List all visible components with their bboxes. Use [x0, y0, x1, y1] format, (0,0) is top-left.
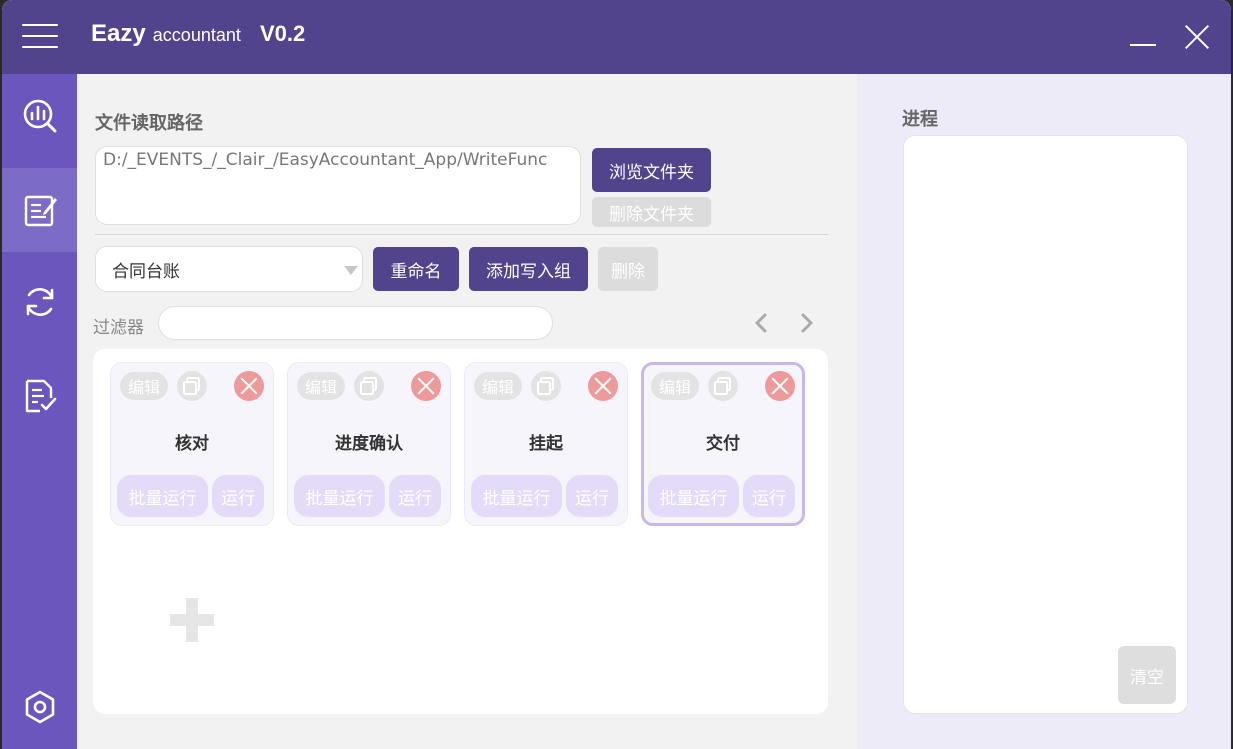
filter-input[interactable] [158, 306, 553, 340]
group-card-selected[interactable]: 编辑 交付 批量运行 运行 [641, 362, 805, 526]
group-select-value: 合同台账 [112, 261, 180, 282]
group-card[interactable]: 编辑 进度确认 批量运行 运行 [287, 362, 451, 526]
edit-document-icon [24, 195, 57, 227]
batch-run-button[interactable]: 批量运行 [471, 475, 562, 517]
title-bar: Eazy accountant V0.2 [2, 0, 1231, 74]
sidebar-item-checklist[interactable] [2, 354, 77, 438]
analytics-icon [23, 99, 56, 133]
copy-icon[interactable] [531, 371, 561, 401]
sidebar-item-settings[interactable] [2, 665, 77, 749]
sidebar [2, 74, 77, 749]
chevron-left-icon[interactable] [751, 312, 771, 334]
run-button[interactable]: 运行 [743, 475, 795, 517]
delete-card-icon[interactable] [765, 371, 795, 401]
edit-button[interactable]: 编辑 [120, 372, 168, 400]
browse-folder-button[interactable]: 浏览文件夹 [592, 148, 711, 192]
filter-label: 过滤器 [93, 318, 144, 338]
app-version: V0.2 [259, 21, 306, 46]
minimize-icon[interactable] [1130, 30, 1158, 50]
progress-label: 进程 [902, 109, 938, 130]
sidebar-item-sync[interactable] [2, 260, 77, 344]
checklist-icon [25, 379, 56, 413]
app-title-eazy: Eazy [91, 20, 146, 47]
file-path-label: 文件读取路径 [95, 113, 203, 134]
close-icon[interactable] [1184, 24, 1210, 50]
run-button[interactable]: 运行 [566, 475, 618, 517]
group-select[interactable]: 合同台账 [95, 246, 363, 292]
add-write-group-button[interactable]: 添加写入组 [469, 247, 588, 291]
app-window: Eazy accountant V0.2 文件读取路径 D:/_EVENTS_/… [2, 0, 1231, 749]
copy-icon[interactable] [354, 371, 384, 401]
card-name: 进度确认 [335, 434, 403, 454]
rename-button[interactable]: 重命名 [373, 247, 459, 291]
chevron-right-icon[interactable] [797, 312, 817, 334]
app-title: Eazy accountant V0.2 [91, 20, 305, 48]
hamburger-icon[interactable] [22, 24, 60, 48]
card-name: 核对 [175, 434, 209, 454]
card-name: 交付 [706, 434, 740, 454]
progress-log[interactable] [903, 135, 1188, 714]
run-button[interactable]: 运行 [389, 475, 441, 517]
copy-icon[interactable] [177, 371, 207, 401]
run-button[interactable]: 运行 [212, 475, 264, 517]
group-card[interactable]: 编辑 挂起 批量运行 运行 [464, 362, 628, 526]
copy-icon[interactable] [708, 371, 738, 401]
batch-run-button[interactable]: 批量运行 [648, 475, 739, 517]
batch-run-button[interactable]: 批量运行 [294, 475, 385, 517]
write-group-panel: 编辑 核对 批量运行 运行 编辑 进度确认 批量运行 运行 编辑 挂起 批量运行… [93, 349, 828, 714]
chevron-down-icon [344, 266, 358, 275]
edit-button[interactable]: 编辑 [474, 372, 522, 400]
delete-group-button[interactable]: 删除 [598, 247, 658, 291]
divider [95, 234, 828, 235]
sidebar-item-analytics[interactable] [2, 74, 77, 158]
card-name: 挂起 [529, 434, 563, 454]
app-title-accountant: accountant [152, 25, 241, 45]
file-path-input[interactable]: D:/_EVENTS_/_Clair_/EasyAccountant_App/W… [95, 146, 581, 225]
edit-button[interactable]: 编辑 [297, 372, 345, 400]
sidebar-item-edit[interactable] [2, 168, 77, 252]
settings-hexagon-icon [25, 690, 54, 724]
delete-card-icon[interactable] [588, 371, 618, 401]
batch-run-button[interactable]: 批量运行 [117, 475, 208, 517]
delete-card-icon[interactable] [411, 371, 441, 401]
delete-card-icon[interactable] [234, 371, 264, 401]
sync-icon [26, 288, 53, 316]
clear-button[interactable]: 清空 [1118, 646, 1176, 704]
delete-folder-button[interactable]: 删除文件夹 [592, 197, 711, 227]
edit-button[interactable]: 编辑 [651, 372, 699, 400]
group-card[interactable]: 编辑 核对 批量运行 运行 [110, 362, 274, 526]
add-card-icon[interactable] [168, 596, 216, 644]
